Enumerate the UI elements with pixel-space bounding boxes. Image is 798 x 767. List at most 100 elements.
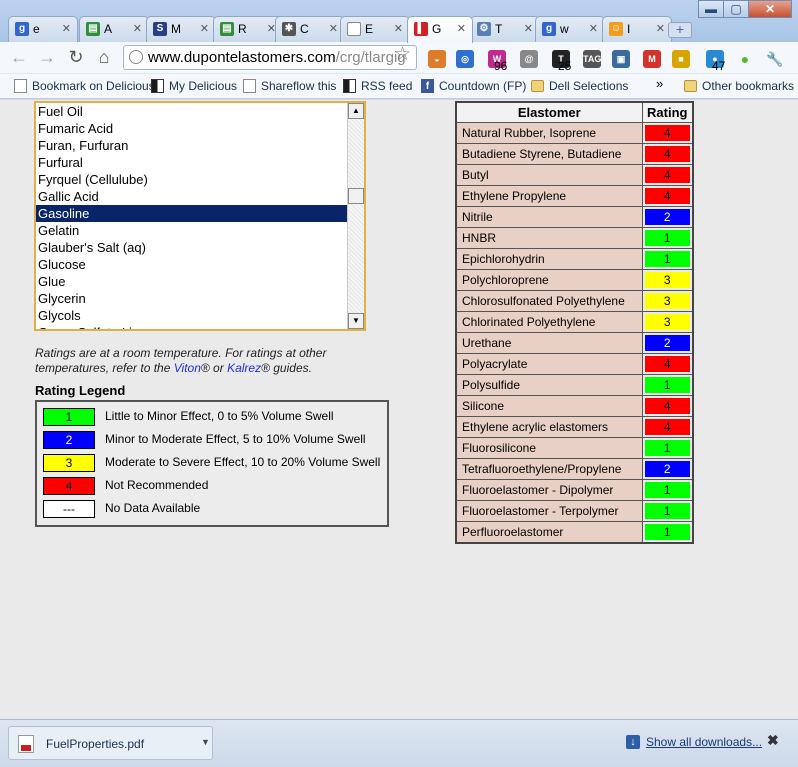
chemical-option[interactable]: Green Sulfate Liquor	[36, 324, 364, 329]
tab-4[interactable]: ▤ R ✕	[213, 16, 283, 42]
tab-2[interactable]: ▤ A ✕	[79, 16, 149, 42]
chemical-option[interactable]: Glue	[36, 273, 364, 290]
close-shelf-icon[interactable]: ✖	[767, 732, 779, 749]
rating-value: 3	[644, 292, 690, 309]
rating-value: 4	[644, 397, 690, 414]
close-window-button[interactable]: ✕	[748, 0, 792, 18]
tab-close-icon[interactable]: ✕	[329, 17, 338, 41]
tab-3[interactable]: S M ✕	[146, 16, 216, 42]
address-bar[interactable]: www.dupontelastomers.com/crg/tlargig	[123, 45, 417, 70]
chemical-option[interactable]: Glycerin	[36, 290, 364, 307]
download-menu-arrow-icon[interactable]: ▼	[201, 737, 210, 747]
bookmark-star-icon[interactable]: ☆	[394, 43, 411, 66]
tab-10[interactable]: ☺ I ✕	[602, 16, 672, 42]
new-tab-button[interactable]: +	[668, 22, 692, 38]
scroll-down-arrow-icon[interactable]: ▼	[348, 313, 364, 329]
green-doc-icon: ▤	[220, 22, 234, 36]
rating-cell: 4	[641, 415, 694, 438]
download-arrow-icon: ↓	[626, 735, 640, 749]
rating-value: 1	[644, 502, 690, 519]
other-bookmarks[interactable]: Other bookmarks	[684, 79, 794, 93]
picture-icon[interactable]: ▣	[612, 50, 630, 68]
tab-close-icon[interactable]: ✕	[200, 17, 209, 41]
kalrez-link[interactable]: Kalrez	[227, 361, 261, 375]
tab-close-icon[interactable]: ✕	[589, 17, 598, 41]
home-button[interactable]: ⌂	[93, 46, 115, 68]
listbox-scrollbar[interactable]: ▲ ▼	[347, 103, 364, 329]
rating-cell: 1	[641, 226, 694, 249]
bookmark-rss-feed[interactable]: RSS feed	[343, 79, 412, 93]
notebook-icon[interactable]: ■	[672, 50, 690, 68]
chemical-option[interactable]: Fuel Oil	[36, 103, 364, 120]
bookmark-shareflow[interactable]: Shareflow this	[243, 79, 336, 93]
status-dot-icon[interactable]: ●	[736, 50, 754, 68]
at-icon[interactable]: @	[520, 50, 538, 68]
chemical-option[interactable]: Furfural	[36, 154, 364, 171]
legend-text: Not Recommended	[105, 478, 209, 492]
chemical-option[interactable]: Fumaric Acid	[36, 120, 364, 137]
rating-value: 4	[644, 187, 690, 204]
chemical-option[interactable]: Fyrquel (Cellulube)	[36, 171, 364, 188]
chemical-option[interactable]: Gasoline	[36, 205, 364, 222]
maximize-button[interactable]: ▢	[723, 0, 749, 18]
minimize-button[interactable]: ▬	[698, 0, 724, 18]
rating-cell: 3	[641, 268, 694, 291]
wrench-icon[interactable]: 🔧	[766, 50, 784, 68]
tab-close-icon[interactable]: ✕	[656, 17, 665, 41]
tab-close-icon[interactable]: ✕	[394, 17, 403, 41]
bookmark-countdown[interactable]: f Countdown (FP)	[421, 79, 526, 93]
tag-icon[interactable]: TAG	[583, 50, 601, 68]
show-all-downloads-link[interactable]: ↓ Show all downloads...	[626, 735, 762, 749]
viton-link[interactable]: Viton	[174, 361, 201, 375]
legend-title: Rating Legend	[35, 383, 126, 398]
rating-value: 3	[644, 313, 690, 330]
tab-7[interactable]: ▌ G ✕	[407, 16, 473, 43]
page-icon	[243, 79, 256, 93]
tab-close-icon[interactable]: ✕	[524, 17, 533, 41]
chemical-option[interactable]: Gallic Acid	[36, 188, 364, 205]
tab-1[interactable]: g e ✕	[8, 16, 78, 42]
back-button[interactable]: ←	[8, 46, 30, 68]
tab-5[interactable]: ✱ C ✕	[275, 16, 345, 42]
tab-9[interactable]: g w ✕	[535, 16, 605, 42]
tab-close-icon[interactable]: ✕	[457, 17, 466, 41]
download-item[interactable]: FuelProperties.pdf ▼	[8, 726, 213, 760]
forward-button[interactable]: →	[36, 46, 58, 68]
gmail-icon[interactable]: M	[643, 50, 661, 68]
rating-value: 1	[644, 481, 690, 498]
tab-strip: g e ✕ ▤ A ✕ S M ✕ ▤ R ✕ ✱ C ✕ E ✕ ▌ G ✕ ⚙ T ✕ g w ✕ ☺ I ✕ + ▬ ▢ ✕	[0, 0, 798, 43]
table-row: Fluoroelastomer - Terpolymer 1	[455, 499, 694, 522]
table-row: Polyacrylate 4	[455, 352, 694, 375]
chemical-option[interactable]: Gelatin	[36, 222, 364, 239]
bookmark-dell-selections[interactable]: Dell Selections	[531, 79, 628, 93]
chemical-option[interactable]: Glucose	[36, 256, 364, 273]
rating-cell: 2	[641, 331, 694, 354]
extension-badge: 47	[712, 59, 726, 73]
tab-8[interactable]: ⚙ T ✕	[470, 16, 540, 42]
basket-icon[interactable]: ◒	[428, 50, 446, 68]
elastomer-name: Chlorinated Polyethylene	[455, 310, 643, 333]
reload-button[interactable]: ↻	[65, 46, 87, 68]
puzzle-icon: ✱	[282, 22, 296, 36]
chemical-listbox[interactable]: Fuel Oil Fumaric Acid Furan, Furfuran Furfu…	[34, 101, 366, 331]
bookmarks-overflow-chevron[interactable]: »	[656, 76, 663, 91]
rating-value: 1	[644, 523, 690, 540]
scrollbar-thumb[interactable]	[348, 188, 364, 204]
tab-6[interactable]: E ✕	[340, 16, 410, 42]
tab-close-icon[interactable]: ✕	[133, 17, 142, 41]
tab-label: E	[365, 22, 374, 36]
chemical-option[interactable]: Furan, Furfuran	[36, 137, 364, 154]
ste-icon: S	[153, 22, 167, 36]
bookmark-delicious[interactable]: Bookmark on Delicious	[14, 79, 155, 93]
tab-close-icon[interactable]: ✕	[62, 17, 71, 41]
person-icon: ☺	[609, 22, 623, 36]
globe-icon[interactable]: ◎	[456, 50, 474, 68]
table-row: Chlorinated Polyethylene 3	[455, 310, 694, 333]
rating-cell: 1	[641, 247, 694, 270]
table-row: HNBR 1	[455, 226, 694, 249]
scroll-up-arrow-icon[interactable]: ▲	[348, 103, 364, 119]
chemical-option[interactable]: Glycols	[36, 307, 364, 324]
rating-cell: 4	[641, 121, 694, 144]
chemical-option[interactable]: Glauber's Salt (aq)	[36, 239, 364, 256]
bookmark-my-delicious[interactable]: My Delicious	[151, 79, 237, 93]
